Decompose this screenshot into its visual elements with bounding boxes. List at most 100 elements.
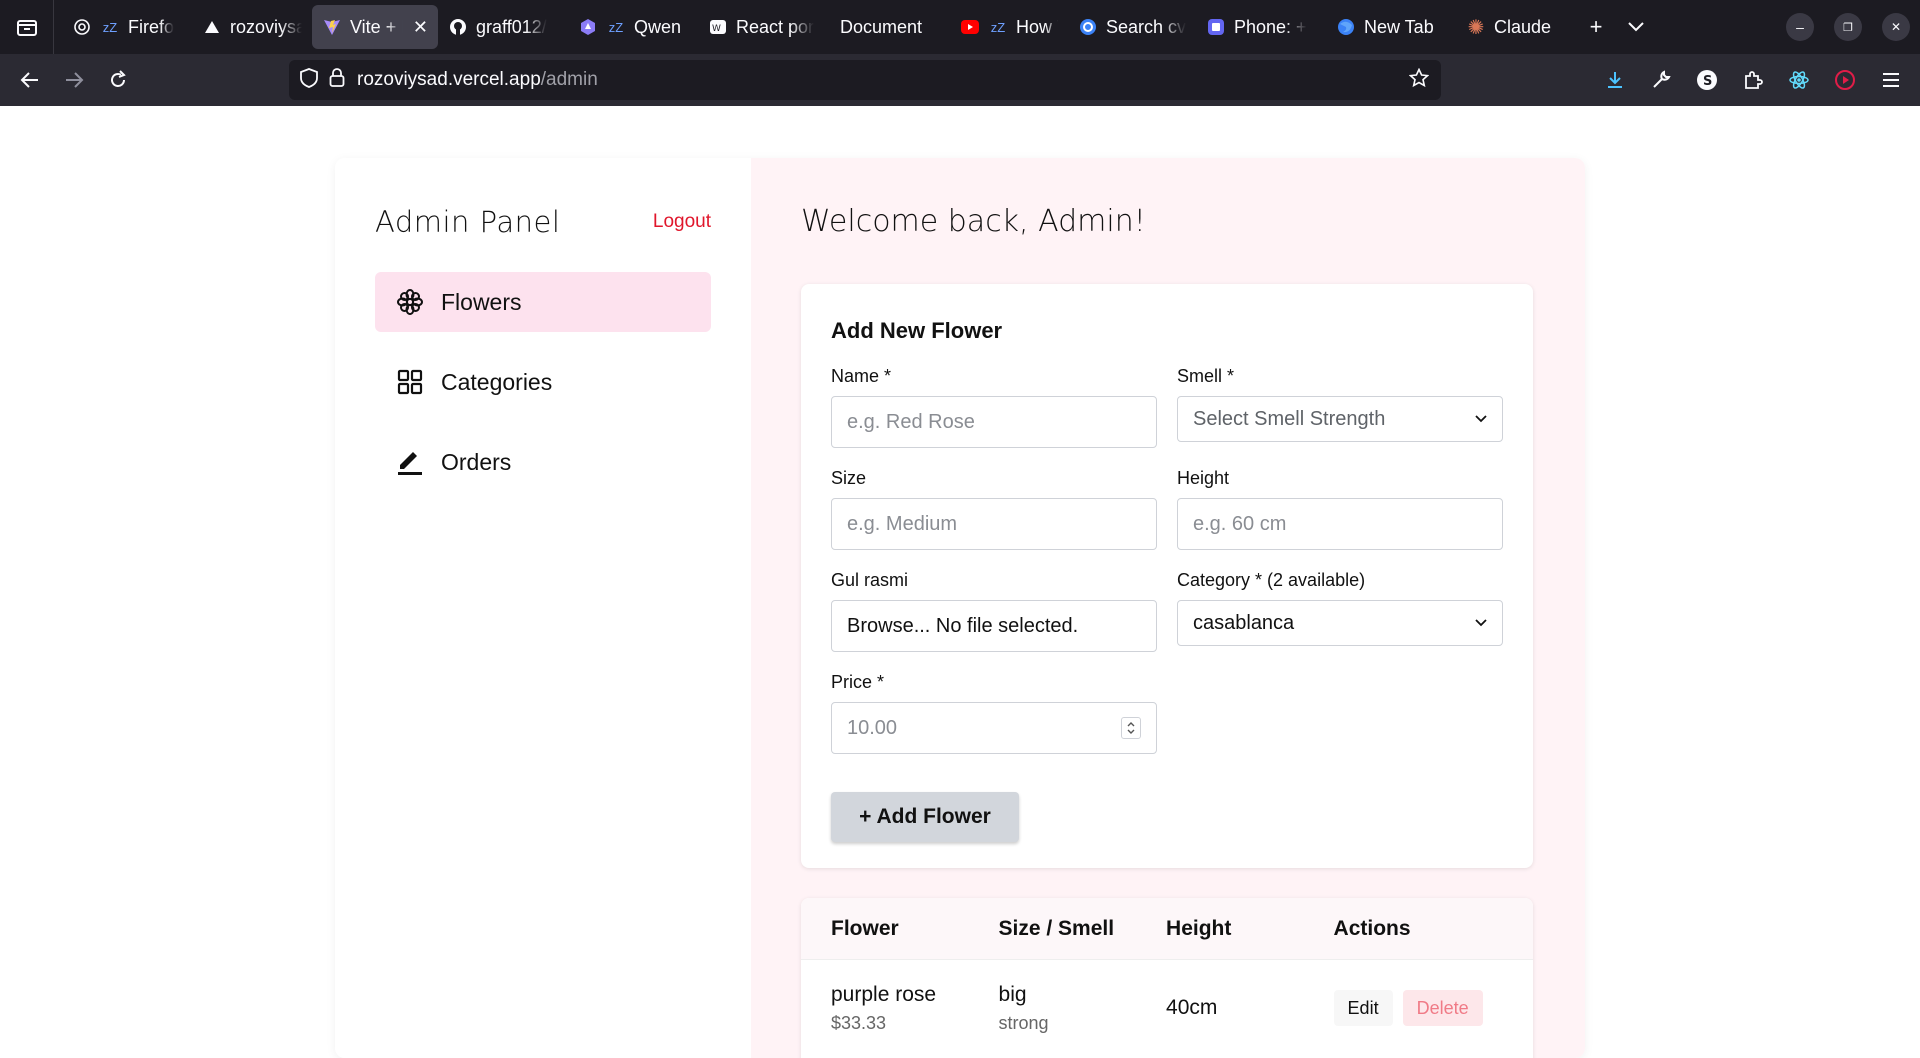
tab-list-button[interactable] <box>0 0 54 54</box>
tab-title: Qwen <box>634 16 682 37</box>
browser-tab-bar: zZ Firefo rozoviysa Vite + R ✕ graff012/… <box>0 0 1920 54</box>
sidebar-item-label: Flowers <box>441 288 522 315</box>
toolbar-actions: S <box>1592 60 1914 100</box>
name-input[interactable]: e.g. Red Rose <box>831 396 1157 448</box>
tab-title: Search cv <box>1106 16 1186 37</box>
tab-title: React por <box>736 16 815 37</box>
tab-title: Vite + R <box>350 16 403 37</box>
react-icon <box>1789 71 1809 89</box>
browser-nav-bar: rozoviysad.vercel.app/admin S <box>0 54 1920 106</box>
category-select[interactable]: casablanca <box>1177 600 1503 646</box>
category-select-value: casablanca <box>1193 611 1295 634</box>
restore-button[interactable]: ❐ <box>1834 13 1862 41</box>
url-text: rozoviysad.vercel.app/admin <box>357 69 598 91</box>
reload-icon <box>111 70 126 87</box>
column-header[interactable]: Size / Smell <box>999 917 1167 941</box>
hamburger-menu-icon <box>1883 73 1899 87</box>
minimize-button[interactable]: – <box>1786 13 1814 41</box>
chevron-down-icon <box>1475 619 1487 627</box>
height-label: Height <box>1177 468 1230 488</box>
browser-tab[interactable]: graff012/ <box>438 5 568 49</box>
minimize-icon: – <box>1796 19 1804 35</box>
sidebar-item-categories[interactable]: Categories <box>375 352 711 412</box>
window-controls: – ❐ ✕ <box>1776 0 1920 54</box>
extensions-button[interactable] <box>1730 60 1776 100</box>
downloads-button[interactable] <box>1592 60 1638 100</box>
sidebar: Admin Panel Logout Flowers Categories Or… <box>335 158 751 1058</box>
chevron-down-icon <box>1628 22 1644 32</box>
sidebar-item-orders[interactable]: Orders <box>375 432 711 492</box>
browser-tab[interactable]: Document <box>826 5 950 49</box>
recorder-button[interactable] <box>1822 60 1868 100</box>
devtools-button[interactable] <box>1638 60 1684 100</box>
search-cv-icon <box>1078 17 1098 37</box>
actions-cell: Edit Delete <box>1333 990 1533 1026</box>
url-host: rozoviysad.vercel.app <box>357 69 541 90</box>
column-header[interactable]: Height <box>1166 917 1334 941</box>
sidebar-title: Admin Panel <box>375 205 561 239</box>
image-file-input[interactable]: Browse... No file selected. <box>831 600 1157 652</box>
react-devtools-button[interactable] <box>1776 60 1822 100</box>
image-label: Gul rasmi <box>831 570 909 590</box>
new-tab-button[interactable]: + <box>1576 7 1616 47</box>
browser-tab[interactable]: rozoviysa <box>192 5 312 49</box>
category-label: Category * (2 available) <box>1177 570 1366 590</box>
sidebar-item-flowers[interactable]: Flowers <box>375 272 711 332</box>
main-content: Welcome back, Admin! Add New Flower Name… <box>751 158 1585 1058</box>
vercel-icon <box>202 17 222 37</box>
browser-tab[interactable]: ✺ Claude <box>1456 5 1566 49</box>
bookmark-star-icon[interactable] <box>1408 67 1430 93</box>
name-field: Name * e.g. Red Rose <box>831 366 1157 468</box>
reload-button[interactable] <box>96 60 140 100</box>
height-input[interactable]: e.g. 60 cm <box>1177 498 1503 550</box>
browser-tab[interactable]: zZ Qwen <box>568 5 698 49</box>
menu-button[interactable] <box>1868 60 1914 100</box>
column-header[interactable]: Flower <box>831 917 999 941</box>
size-label: Size <box>831 468 867 488</box>
table-row: purple rose $33.33 big strong 40cm Edit … <box>801 960 1533 1056</box>
smell-select[interactable]: Select Smell Strength <box>1177 396 1503 442</box>
browser-tab-active[interactable]: Vite + R ✕ <box>312 5 438 49</box>
delete-button[interactable]: Delete <box>1402 990 1483 1026</box>
logout-link[interactable]: Logout <box>653 211 711 233</box>
shield-icon[interactable] <box>299 67 319 94</box>
close-window-button[interactable]: ✕ <box>1882 13 1910 41</box>
column-header[interactable]: Actions <box>1334 917 1533 941</box>
price-field: Price * 10.00 <box>831 672 1157 774</box>
sleep-icon: zZ <box>990 19 1006 35</box>
number-spinner[interactable] <box>1121 717 1141 739</box>
browser-tab[interactable]: New Tab <box>1326 5 1456 49</box>
svg-text:S: S <box>1703 74 1712 89</box>
browser-tab[interactable]: zZ Firefo <box>62 5 192 49</box>
wrench-icon <box>1653 70 1671 88</box>
list-all-tabs-button[interactable] <box>1616 7 1656 47</box>
price-input[interactable]: 10.00 <box>831 702 1157 754</box>
close-tab-icon[interactable]: ✕ <box>413 17 428 38</box>
sleep-icon: zZ <box>608 19 624 35</box>
claude-icon: ✺ <box>1467 16 1485 39</box>
form-grid: Name * e.g. Red Rose Smell * Select Smel… <box>831 366 1503 774</box>
close-icon: ✕ <box>1890 20 1902 34</box>
tab-title: Document <box>840 16 923 37</box>
browser-tab[interactable]: W React por <box>698 5 826 49</box>
size-input[interactable]: e.g. Medium <box>831 498 1157 550</box>
forward-button[interactable] <box>52 60 96 100</box>
browser-tab[interactable]: zZ How T <box>950 5 1068 49</box>
svg-text:W: W <box>712 24 721 34</box>
browser-tab[interactable]: Search cv <box>1068 5 1196 49</box>
address-bar[interactable]: rozoviysad.vercel.app/admin <box>289 60 1441 100</box>
add-flower-button[interactable]: + Add Flower <box>831 792 1019 842</box>
lock-icon[interactable] <box>329 67 345 93</box>
smell-field: Smell * Select Smell Strength <box>1177 366 1503 468</box>
ai-icon <box>72 17 92 37</box>
flower-icon <box>395 287 425 317</box>
tab-title: Claude <box>1494 16 1552 37</box>
sidebar-item-label: Orders <box>441 448 512 475</box>
page: Admin Panel Logout Flowers Categories Or… <box>0 106 1920 1058</box>
edit-button[interactable]: Edit <box>1333 990 1393 1026</box>
browser-tab[interactable]: Phone: + <box>1196 5 1326 49</box>
back-button[interactable] <box>8 60 52 100</box>
forward-arrow-icon <box>66 72 84 88</box>
extension-s-button[interactable]: S <box>1684 60 1730 100</box>
pen-icon <box>395 447 425 477</box>
